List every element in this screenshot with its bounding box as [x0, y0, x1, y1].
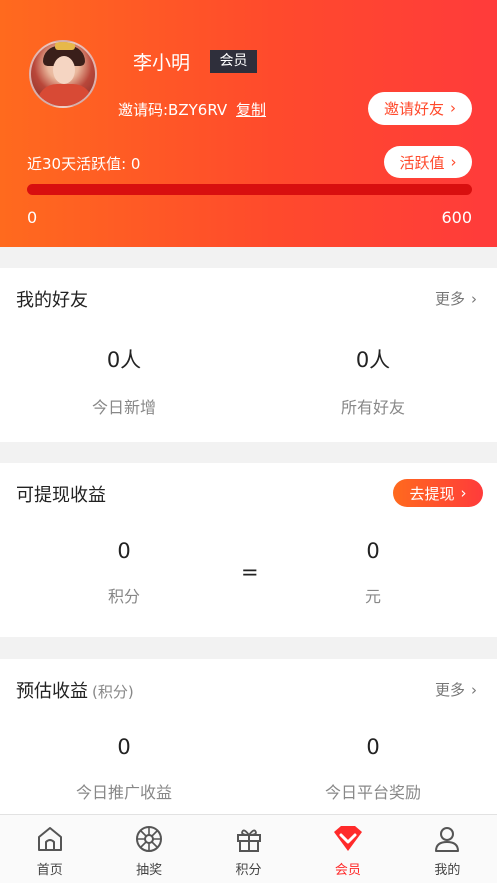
chevron-right-icon: › — [471, 289, 477, 308]
friends-title: 我的好友 — [16, 290, 88, 311]
more-label: 更多 — [434, 290, 465, 308]
tab-member-label: 会员 — [334, 863, 361, 878]
chevron-right-icon: › — [471, 680, 477, 699]
gift-icon — [233, 823, 265, 855]
progress-max: 600 — [441, 208, 472, 227]
wheel-icon — [133, 823, 165, 855]
points-value: 0 — [117, 539, 131, 563]
estimate-title: 预估收益 (积分) — [16, 677, 134, 703]
tab-home-label: 首页 — [36, 863, 63, 878]
member-badge: 会员 — [210, 50, 257, 73]
avatar[interactable] — [29, 40, 97, 108]
username: 李小明 — [133, 52, 191, 74]
activity-progress-bar — [27, 184, 472, 195]
tab-points[interactable]: 积分 — [199, 815, 298, 883]
tab-home[interactable]: 首页 — [0, 815, 99, 883]
estimate-title-text: 预估收益 — [16, 681, 88, 702]
activity-text: 近30天活跃值: 0 — [27, 155, 141, 173]
activity-button-label: 活跃值 — [399, 153, 445, 172]
all-friends-value: 0人 — [355, 348, 391, 372]
progress-min: 0 — [27, 208, 38, 227]
friends-card: 我的好友 更多 › 0人 今日新增 0人 所有好友 — [0, 268, 497, 442]
tab-points-label: 积分 — [235, 863, 262, 878]
chevron-right-icon: › — [450, 152, 457, 171]
estimate-title-sub: (积分) — [92, 683, 134, 701]
points-stat: 0 积分 — [4, 539, 244, 607]
tab-lottery-label: 抽奖 — [136, 863, 163, 878]
yuan-label: 元 — [364, 587, 381, 606]
copy-link[interactable]: 复制 — [236, 99, 266, 120]
withdraw-card: 可提现收益 去提现 › 0 积分 = 0 元 — [0, 463, 497, 637]
promo-value: 0 — [117, 735, 131, 759]
friends-more-link[interactable]: 更多 › — [435, 288, 477, 309]
tab-lottery[interactable]: 抽奖 — [99, 815, 198, 883]
bottom-tab-bar: 首页 抽奖 积分 会员 我的 — [0, 814, 497, 883]
platform-value: 0 — [366, 735, 380, 759]
platform-label: 今日平台奖励 — [324, 783, 421, 802]
invite-friends-label: 邀请好友 — [383, 100, 444, 118]
points-label: 积分 — [107, 587, 140, 606]
promo-earnings: 0 今日推广收益 — [4, 735, 244, 803]
chevron-right-icon: › — [460, 484, 467, 502]
tab-member[interactable]: 会员 — [298, 815, 397, 883]
tab-mine[interactable]: 我的 — [398, 815, 497, 883]
home-icon — [34, 823, 66, 855]
promo-label: 今日推广收益 — [75, 783, 172, 802]
estimate-more-link[interactable]: 更多 › — [435, 679, 477, 700]
tab-mine-label: 我的 — [434, 863, 461, 878]
today-new-friends: 0人 今日新增 — [4, 344, 244, 418]
yuan-stat: 0 元 — [253, 539, 493, 607]
platform-reward: 0 今日平台奖励 — [253, 735, 493, 803]
profile-header: 李小明 会员 邀请码:BZY6RV 复制 邀请好友 › 近30天活跃值: 0 活… — [0, 0, 497, 247]
activity-button[interactable]: 活跃值 › — [384, 146, 472, 178]
more-label: 更多 — [434, 681, 465, 699]
withdraw-title: 可提现收益 — [16, 485, 106, 506]
all-friends-label: 所有好友 — [340, 398, 405, 417]
withdraw-button-label: 去提现 — [409, 484, 455, 503]
vip-icon — [332, 823, 364, 855]
user-icon — [431, 823, 463, 855]
estimate-card: 预估收益 (积分) 更多 › 0 今日推广收益 0 今日平台奖励 — [0, 659, 497, 819]
today-new-value: 0人 — [106, 348, 142, 372]
invite-friends-button[interactable]: 邀请好友 › — [368, 92, 472, 125]
invite-code: 邀请码:BZY6RV — [118, 101, 228, 119]
today-new-label: 今日新增 — [91, 398, 156, 417]
yuan-value: 0 — [366, 539, 380, 563]
withdraw-button[interactable]: 去提现 › — [393, 479, 483, 507]
all-friends: 0人 所有好友 — [253, 344, 493, 418]
chevron-right-icon: › — [450, 99, 456, 117]
